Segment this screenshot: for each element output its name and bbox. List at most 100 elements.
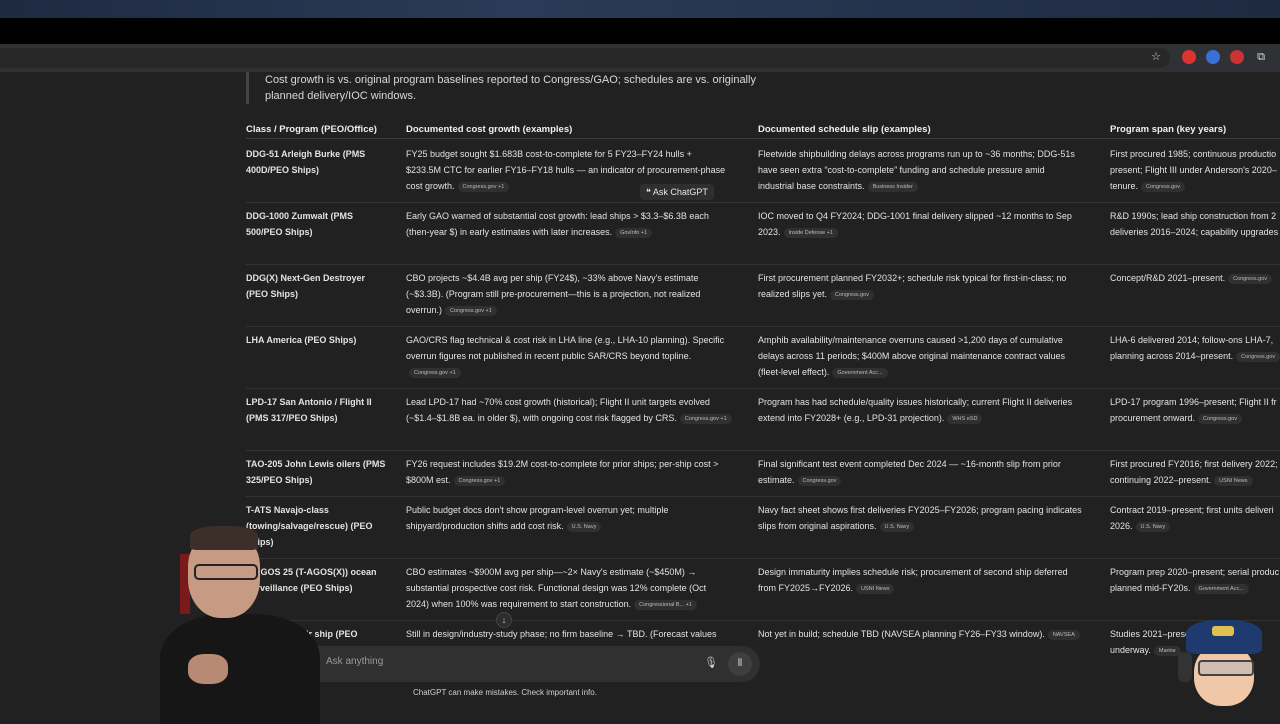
citation-chip[interactable]: USNI News (1214, 476, 1253, 486)
citation-chip[interactable]: Government Acc... (1193, 584, 1249, 594)
citation-chip[interactable]: Congress.gov (797, 476, 842, 486)
cell-text: continuing 2022–present. (1110, 475, 1212, 485)
cell-text: (then-year $) in early estimates with la… (406, 227, 613, 237)
schedule-cell: First procurement planned FY2032+; sched… (758, 270, 1093, 302)
cell-line: continuing 2022–present. USNI News (1110, 472, 1280, 488)
cell-text: Lead LPD-17 had ~70% cost growth (histor… (406, 397, 710, 407)
cell-line: Still in design/industry-study phase; no… (406, 626, 736, 642)
cell-line: Lead LPD-17 had ~70% cost growth (histor… (406, 394, 736, 410)
span-cell: LPD-17 program 1996–present; Flight II f… (1110, 394, 1280, 426)
extension-blue-icon[interactable] (1206, 50, 1220, 64)
row-divider (246, 558, 1280, 559)
cell-text: estimate. (758, 475, 795, 485)
citation-chip[interactable]: U.S. Navy (1135, 522, 1171, 532)
voice-mode-icon[interactable]: ⦀ (728, 652, 752, 676)
cell-text: procurement onward. (1110, 413, 1196, 423)
cell-text: realized slips yet. (758, 289, 828, 299)
cell-line: substantial prospective cost risk. Funct… (406, 580, 736, 596)
cell-text: LPD-17 San Antonio / Flight II (246, 397, 372, 407)
cell-text: DDG-1000 Zumwalt (PMS (246, 211, 354, 221)
citation-chip[interactable]: Congress.gov (1228, 274, 1273, 284)
extension-record-icon[interactable] (1230, 50, 1244, 64)
cell-text: (~$3.3B). (Program still pre-procurement… (406, 289, 701, 299)
cell-line: tenure. Congress.gov (1110, 178, 1280, 194)
citation-chip[interactable]: NAVSEA (1047, 630, 1080, 640)
schedule-cell: Program has had schedule/quality issues … (758, 394, 1093, 426)
citation-chip[interactable]: Congress.gov (1236, 352, 1280, 362)
cell-text: DDG(X) Next-Gen Destroyer (246, 273, 366, 283)
cell-line: FY25 budget sought $1.683B cost-to-compl… (406, 146, 736, 162)
cell-text: FY26 request includes $19.2M cost-to-com… (406, 459, 719, 469)
citation-chip[interactable]: Congress.gov (830, 290, 874, 300)
microphone-icon[interactable]: 🎙 (704, 656, 718, 669)
cell-line: (~$3.3B). (Program still pre-procurement… (406, 286, 736, 302)
cell-line: Contract 2019–present; first units deliv… (1110, 502, 1280, 518)
program-cell: LPD-17 San Antonio / Flight II (PMS 317/P… (246, 394, 386, 426)
cell-line: (fleet-level effect). Government Acc... (758, 364, 1093, 380)
person-hands (188, 654, 228, 684)
cell-line: LHA-6 delivered 2014; follow-ons LHA-7, (1110, 332, 1280, 348)
cell-line: GAO/CRS flag technical & cost risk in LH… (406, 332, 736, 348)
citation-chip[interactable]: USNI News (856, 584, 895, 594)
span-cell: LHA-6 delivered 2014; follow-ons LHA-7, p… (1110, 332, 1280, 364)
cell-line: procurement onward. Congress.gov (1110, 410, 1280, 426)
extension-red-icon[interactable] (1182, 50, 1196, 64)
citation-chip[interactable]: Congressional B... +1 (634, 600, 697, 610)
cell-text: DDG-51 Arleigh Burke (PMS (246, 149, 366, 159)
program-cell: DDG-51 Arleigh Burke (PMS 400D/PEO Ships) (246, 146, 386, 178)
scroll-down-button[interactable]: ↓ (496, 612, 512, 628)
extensions-puzzle-icon[interactable]: ⧉ (1254, 50, 1268, 64)
cell-text: have seen extra “cost-to-complete” fundi… (758, 165, 1045, 175)
citation-chip[interactable]: WHS eSD (947, 414, 983, 424)
cell-text: overrun figures not published in recent … (406, 351, 692, 361)
person-body (160, 614, 320, 724)
citation-chip[interactable]: Congress.gov (1141, 182, 1185, 192)
citation-chip[interactable]: Congress.gov +1 (453, 476, 506, 486)
cell-text: LHA America (PEO Ships) (246, 335, 357, 345)
citation-chip[interactable]: GovInfo +1 (615, 228, 653, 238)
citation-chip[interactable]: Congress.gov (1198, 414, 1242, 424)
bookmark-star-icon[interactable]: ☆ (1149, 50, 1163, 64)
cell-text: shipyard/production shifts add cost risk… (406, 521, 564, 531)
cell-line: $800M est. Congress.gov +1 (406, 472, 736, 488)
cell-line: First procured 1985; continuous producti… (1110, 146, 1280, 162)
cell-text: industrial base constraints. (758, 181, 865, 191)
cell-text: Early GAO warned of substantial cost gro… (406, 211, 709, 221)
cost-cell: FY26 request includes $19.2M cost-to-com… (406, 456, 736, 488)
cell-text: slips from original aspirations. (758, 521, 877, 531)
citation-chip[interactable]: Business Insider (867, 182, 918, 192)
row-divider (246, 620, 1280, 621)
header-cost: Documented cost growth (examples) (406, 124, 573, 135)
composer[interactable]: Ask anything 🎙 ⦀ (300, 646, 760, 682)
cell-text: (fleet-level effect). (758, 367, 830, 377)
cell-line: Fleetwide shipbuilding delays across pro… (758, 146, 1093, 162)
citation-chip[interactable]: Government Acc... (832, 368, 888, 378)
citation-chip[interactable]: Inside Defense +1 (783, 228, 839, 238)
cell-line: TAO-205 John Lewis oilers (PMS (246, 456, 386, 472)
citation-chip[interactable]: Congress.gov +1 (679, 414, 732, 424)
cell-text: Navy fact sheet shows first deliveries F… (758, 505, 1082, 515)
cell-text: Program has had schedule/quality issues … (758, 397, 1073, 407)
citation-chip[interactable]: Congress.gov +1 (457, 182, 510, 192)
cell-line: overrun figures not published in recent … (406, 348, 736, 380)
citation-chip[interactable]: U.S. Navy (566, 522, 602, 532)
address-bar[interactable] (0, 48, 1170, 68)
cell-line: DDG-1000 Zumwalt (PMS (246, 208, 386, 224)
cell-line: realized slips yet. Congress.gov (758, 286, 1093, 302)
citation-chip[interactable]: Congress.gov +1 (445, 306, 497, 316)
cell-text: GAO/CRS flag technical & cost risk in LH… (406, 335, 725, 345)
cell-line: estimate. Congress.gov (758, 472, 1093, 488)
citation-chip[interactable]: U.S. Navy (879, 522, 915, 532)
cell-line: 2026. U.S. Navy (1110, 518, 1280, 534)
citation-chip[interactable]: Congress.gov +1 (409, 368, 461, 378)
span-cell: First procured FY2016; first delivery 20… (1110, 456, 1280, 488)
cell-text: Concept/R&D 2021–present. (1110, 273, 1226, 283)
cell-text: LPD-17 program 1996–present; Flight II f… (1110, 397, 1277, 407)
note-line: Cost growth is vs. original program base… (265, 74, 756, 86)
cell-line: 2023. Inside Defense +1 (758, 224, 1093, 240)
cell-text: $233.5M CTC for earlier FY16–FY18 hulls … (406, 165, 726, 175)
ask-chatgpt-tooltip[interactable]: ❝ Ask ChatGPT (640, 184, 714, 200)
span-cell: Contract 2019–present; first units deliv… (1110, 502, 1280, 534)
cell-text: present; Flight III under Anderson's 202… (1110, 165, 1277, 175)
cost-cell: Public budget docs don't show program-le… (406, 502, 736, 534)
